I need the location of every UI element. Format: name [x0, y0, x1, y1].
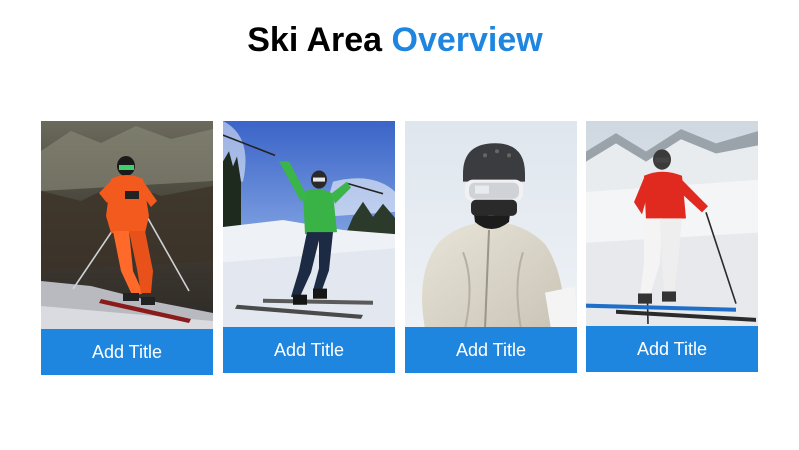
- title-main: Ski Area: [247, 21, 383, 59]
- skier-white-jacket-helmet-photo[interactable]: [405, 121, 577, 327]
- photo-card-4: Add Title: [586, 121, 758, 372]
- skier-orange-suit-photo[interactable]: [41, 121, 213, 329]
- slide-title[interactable]: Ski Area Overview: [0, 16, 790, 64]
- card-title-4[interactable]: Add Title: [586, 326, 758, 372]
- card-title-3[interactable]: Add Title: [405, 327, 577, 373]
- card-title-2[interactable]: Add Title: [223, 327, 395, 373]
- photo-card-2: Add Title: [223, 121, 395, 373]
- skier-green-jacket-photo[interactable]: [223, 121, 395, 327]
- card-title-1[interactable]: Add Title: [41, 329, 213, 375]
- photo-card-1: Add Title: [41, 121, 213, 375]
- slide: Ski Area Overview Add Title Add Title Ad…: [0, 0, 799, 450]
- photo-card-3: Add Title: [405, 121, 577, 373]
- title-accent: Overview: [391, 21, 543, 59]
- skier-red-jacket-photo[interactable]: [586, 121, 758, 326]
